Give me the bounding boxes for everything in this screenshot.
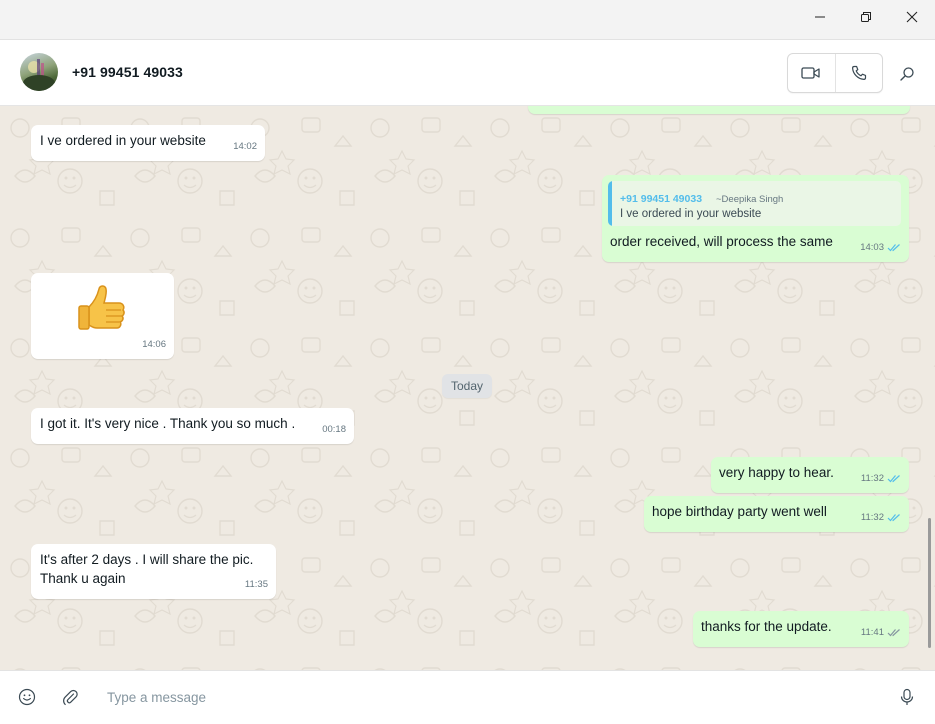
thumbs-up-emoji-icon	[78, 285, 125, 330]
title-bar	[0, 0, 935, 40]
restore-button[interactable]	[843, 0, 889, 34]
minimize-button[interactable]	[797, 0, 843, 34]
message-bubble-outgoing[interactable]: +91 99451 49033 ~Deepika Singh I ve orde…	[602, 175, 909, 262]
message-time: 11:35	[244, 579, 268, 590]
message-time: 00:18	[322, 424, 346, 435]
search-icon	[900, 67, 914, 81]
message-meta: 11:32	[861, 508, 901, 527]
close-icon	[906, 11, 918, 23]
message-meta: 14:06	[142, 335, 166, 354]
message-text: very happy to hear.	[719, 465, 834, 480]
message-meta: 00:18	[322, 420, 346, 439]
message-meta: 14:03	[860, 238, 901, 257]
message-bubble-incoming[interactable]: It's after 2 days . I will share the pic…	[31, 544, 276, 599]
microphone-icon	[900, 688, 914, 705]
message-input[interactable]	[98, 683, 858, 711]
chat-scrollbar[interactable]	[928, 518, 931, 648]
video-call-icon	[801, 67, 821, 79]
emoji-button[interactable]	[15, 685, 39, 709]
search-button[interactable]	[893, 62, 921, 86]
message-time: 14:06	[142, 339, 166, 350]
chat-header: +91 99451 49033	[0, 40, 935, 106]
voice-call-button[interactable]	[834, 54, 882, 92]
message-time: 11:41	[860, 627, 884, 638]
message-bubble-sticker[interactable]: 14:06	[31, 273, 174, 359]
paperclip-icon	[63, 689, 78, 706]
message-time: 11:32	[860, 473, 884, 484]
message-bubble-outgoing[interactable]: very happy to hear. 11:32	[711, 457, 909, 493]
message-text: order received, will process the same	[610, 234, 833, 249]
message-meta: 14:02	[233, 137, 257, 156]
message-text: It's after 2 days . I will share the pic…	[40, 552, 254, 586]
minimize-icon	[815, 16, 825, 18]
quote-text: I ve ordered in your website	[620, 208, 762, 220]
read-ticks-icon	[887, 514, 900, 522]
message-bubble-outgoing[interactable]: thanks for the update. 11:41	[693, 611, 909, 647]
quote-bar	[608, 181, 612, 226]
message-meta: 11:41	[861, 623, 901, 642]
emoji-icon	[18, 688, 36, 706]
voice-message-button[interactable]	[895, 685, 919, 709]
close-window-button[interactable]	[889, 0, 935, 34]
message-meta: 11:32	[861, 469, 901, 488]
quoted-message[interactable]: +91 99451 49033 ~Deepika Singh I ve orde…	[608, 181, 901, 226]
message-bubble-incoming[interactable]: I ve ordered in your website 14:02	[31, 125, 265, 161]
phone-icon	[851, 65, 867, 80]
message-bubble-partial[interactable]	[528, 106, 910, 114]
read-ticks-icon	[887, 475, 900, 483]
message-composer	[0, 670, 935, 724]
message-time: 11:32	[860, 512, 884, 523]
message-meta: 11:35	[245, 575, 268, 594]
message-bubble-outgoing[interactable]: hope birthday party went well 11:32	[644, 496, 909, 532]
message-text: thanks for the update.	[701, 619, 832, 634]
video-call-button[interactable]	[788, 54, 835, 92]
message-time: 14:02	[233, 141, 257, 152]
avatar[interactable]	[20, 53, 58, 91]
message-text: hope birthday party went well	[652, 504, 827, 519]
contact-name[interactable]: +91 99451 49033	[72, 64, 183, 80]
restore-icon	[861, 12, 871, 22]
date-divider: Today	[442, 374, 492, 398]
message-time: 14:03	[860, 242, 884, 253]
message-bubble-incoming[interactable]: I got it. It's very nice . Thank you so …	[31, 408, 354, 444]
call-buttons	[787, 53, 883, 93]
message-text: I ve ordered in your website	[40, 133, 206, 148]
read-ticks-icon	[887, 244, 900, 252]
delivered-ticks-icon	[887, 629, 900, 637]
chat-area[interactable]: I ve ordered in your website 14:02 +91 9…	[0, 106, 935, 670]
message-text: I got it. It's very nice . Thank you so …	[40, 416, 296, 431]
attach-button[interactable]	[58, 685, 82, 709]
